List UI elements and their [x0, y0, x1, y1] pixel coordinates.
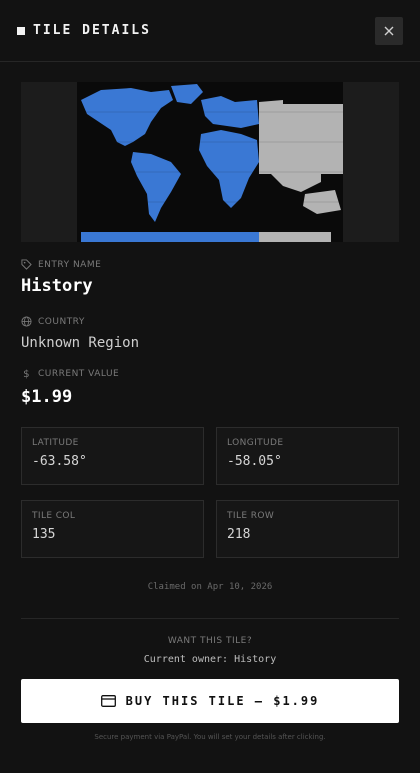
buy-tile-label: BUY THIS TILE — $1.99 [125, 694, 320, 708]
close-icon [384, 26, 394, 35]
current-value-field: $ CURRENT VALUE $1.99 [21, 368, 399, 408]
tile-col-value: 135 [32, 527, 56, 542]
country-label-row: COUNTRY [21, 316, 399, 327]
tile-row-value: 218 [227, 527, 251, 542]
tag-icon [21, 259, 32, 270]
longitude-cell: LONGITUDE -58.05° [216, 427, 399, 485]
latitude-label: LATITUDE [32, 438, 79, 448]
close-button[interactable] [375, 16, 403, 45]
coords-grid: LATITUDE -63.58° LONGITUDE -58.05° TILE … [21, 427, 399, 558]
panel-header: TILE DETAILS [0, 0, 420, 62]
tile-col-label: TILE COL [32, 511, 76, 521]
entry-name-label-row: ENTRY NAME [21, 259, 399, 270]
country-label: COUNTRY [38, 316, 85, 327]
latitude-value: -63.58° [32, 454, 87, 469]
want-tile-label: WANT THIS TILE? [167, 636, 253, 646]
latitude-cell: LATITUDE -63.58° [21, 427, 204, 485]
entry-name-field: ENTRY NAME History [21, 259, 399, 296]
longitude-value: -58.05° [227, 454, 282, 469]
entry-name-label: ENTRY NAME [38, 259, 102, 270]
world-map-image [21, 82, 399, 242]
globe-icon [21, 316, 32, 327]
current-value-value: $1.99 [21, 387, 73, 407]
panel-title: TILE DETAILS [33, 23, 151, 38]
tile-col-cell: TILE COL 135 [21, 500, 204, 558]
current-value-label-row: $ CURRENT VALUE [21, 368, 399, 380]
dollar-icon: $ [23, 369, 30, 379]
secure-payment-note: Secure payment via PayPal. You will set … [94, 733, 326, 741]
buy-tile-button[interactable]: BUY THIS TILE — $1.99 [21, 679, 399, 723]
entry-name-value: History [21, 276, 93, 296]
current-value-label: CURRENT VALUE [38, 368, 120, 379]
section-divider [21, 618, 399, 619]
tile-row-cell: TILE ROW 218 [216, 500, 399, 558]
square-icon [17, 26, 25, 35]
longitude-label: LONGITUDE [227, 438, 284, 448]
country-field: COUNTRY Unknown Region [21, 316, 399, 351]
tile-map-preview [21, 82, 399, 242]
current-owner: Current owner: History [143, 654, 277, 665]
header-title-group: TILE DETAILS [17, 23, 151, 38]
country-value: Unknown Region [21, 335, 140, 351]
svg-text:$: $ [23, 369, 30, 379]
credit-card-icon [100, 695, 116, 707]
tile-row-label: TILE ROW [227, 511, 275, 521]
claimed-date: Claimed on Apr 10, 2026 [147, 582, 273, 592]
tile-details-panel: TILE DETAILS ENTRY NAME History COUNTRY … [0, 0, 420, 773]
